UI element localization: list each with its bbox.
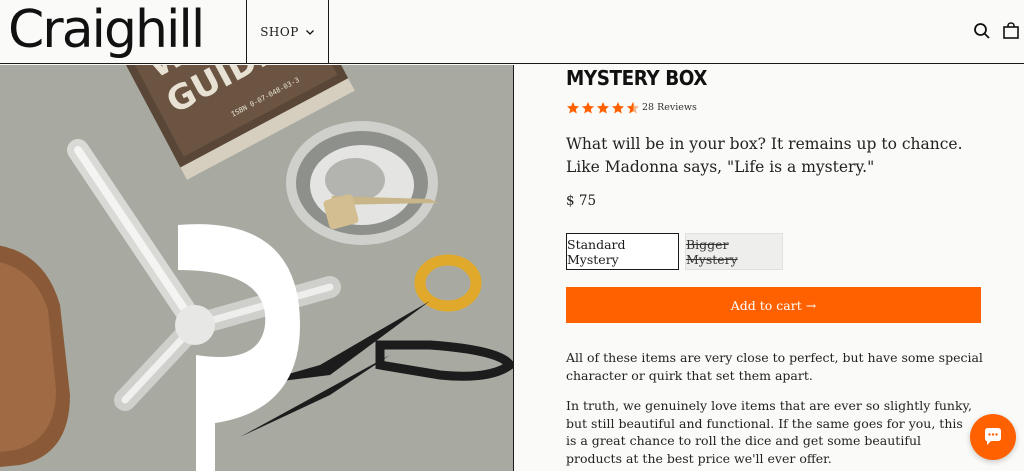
reviews-link[interactable]: 28 Reviews [642, 102, 697, 113]
chevron-down-icon [305, 30, 314, 35]
star-icon [582, 102, 594, 114]
site-header: Craighill SHOP [0, 0, 1024, 64]
chat-button[interactable] [970, 414, 1016, 460]
variant-bigger-mystery[interactable]: Bigger Mystery [685, 233, 783, 270]
product-image: WORLD GUIDE ISBN 0-07-048-03-3 [0, 65, 514, 471]
site-logo[interactable]: Craighill [8, 0, 205, 60]
product-title: MYSTERY BOX [566, 66, 708, 90]
product-photo: WORLD GUIDE ISBN 0-07-048-03-3 [0, 65, 513, 471]
star-icon [612, 102, 624, 114]
shop-menu-button[interactable]: SHOP [246, 0, 329, 64]
chat-icon [985, 428, 1001, 445]
star-half-icon [627, 102, 639, 114]
product-price: $ 75 [566, 193, 597, 209]
product-body-paragraph-1: All of these items are very close to per… [566, 350, 983, 383]
ashtray [286, 121, 438, 245]
bag-icon[interactable] [1002, 22, 1020, 40]
shop-label: SHOP [260, 25, 299, 39]
star-icon [567, 102, 579, 114]
star-icon [597, 102, 609, 114]
variant-standard-mystery[interactable]: Standard Mystery [566, 233, 679, 270]
search-icon[interactable] [973, 22, 991, 40]
add-to-cart-button[interactable]: Add to cart → [566, 287, 981, 323]
product-description: What will be in your box? It remains up … [566, 135, 963, 176]
product-body-paragraph-2: In truth, we genuinely love items that a… [566, 398, 972, 466]
rating-stars[interactable] [566, 101, 640, 115]
